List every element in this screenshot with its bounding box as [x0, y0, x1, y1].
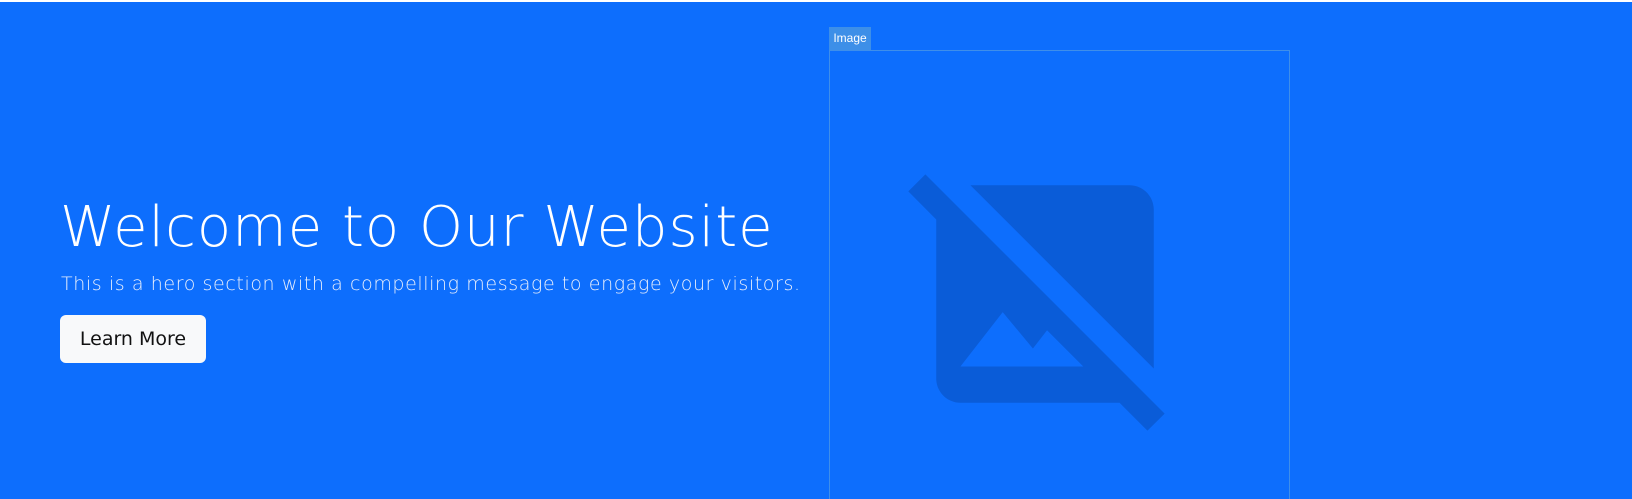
image-not-supported-icon	[908, 174, 1165, 431]
learn-more-button[interactable]: Learn More	[60, 315, 206, 363]
hero-subtitle: This is a hero section with a compelling…	[61, 273, 801, 295]
image-block-label: Image	[829, 27, 871, 50]
hero-section: Welcome to Our Website This is a hero se…	[0, 2, 1632, 499]
image-placeholder[interactable]	[829, 50, 1290, 499]
hero-title: Welcome to Our Website	[60, 195, 774, 260]
